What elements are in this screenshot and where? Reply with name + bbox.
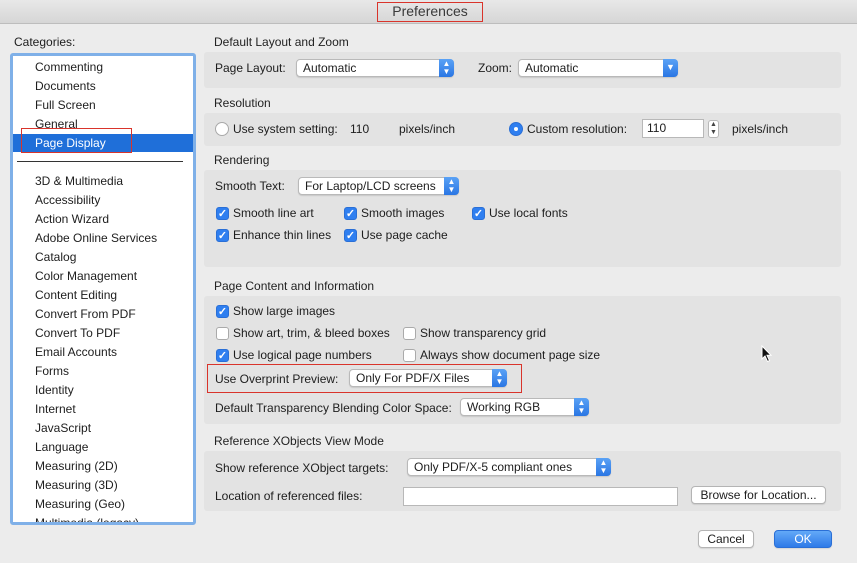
use-local-fonts-label: Use local fonts (489, 206, 568, 220)
always-show-doc-page-size-label: Always show document page size (420, 348, 601, 362)
category-item-forms[interactable]: Forms (35, 362, 69, 380)
layout-zoom-title: Default Layout and Zoom (214, 35, 349, 49)
smooth-line-art-checkbox[interactable]: ✓ (216, 207, 229, 220)
blending-color-space-select[interactable]: Working RGB ▲ ▼ (460, 398, 589, 416)
show-transparency-grid-checkbox[interactable] (403, 327, 416, 340)
show-xobject-targets-label: Show reference XObject targets: (215, 461, 389, 475)
custom-resolution-unit: pixels/inch (732, 122, 789, 136)
cancel-button[interactable]: Cancel (698, 530, 754, 548)
page-layout-label: Page Layout: (215, 61, 286, 75)
custom-resolution-input[interactable]: 110 (642, 119, 704, 138)
smooth-images-checkbox[interactable]: ✓ (344, 207, 357, 220)
chevron-updown-icon: ▲ ▼ (596, 458, 611, 476)
custom-resolution-label: Custom resolution: (527, 122, 628, 136)
system-resolution-unit: pixels/inch (399, 122, 456, 136)
enhance-thin-lines-label: Enhance thin lines (233, 228, 332, 242)
category-item-documents[interactable]: Documents (35, 77, 96, 95)
category-item-language[interactable]: Language (35, 438, 88, 456)
mouse-cursor-icon (761, 345, 773, 363)
categories-list[interactable]: Commenting Documents Full Screen General… (10, 53, 196, 525)
page-layout-select[interactable]: Automatic ▲ ▼ (296, 59, 454, 77)
chevron-updown-icon: ▲ ▼ (444, 177, 459, 195)
show-art-trim-checkbox[interactable] (216, 327, 229, 340)
category-item-measuring-3d[interactable]: Measuring (3D) (35, 476, 118, 494)
category-item-multimedia-legacy[interactable]: Multimedia (legacy) (35, 514, 139, 522)
smooth-text-label: Smooth Text: (215, 179, 285, 193)
chevron-updown-icon: ▲ ▼ (439, 59, 454, 77)
use-page-cache-label: Use page cache (361, 228, 448, 242)
system-resolution-value: 110 (350, 122, 370, 136)
smooth-images-label: Smooth images (361, 206, 445, 220)
show-xobject-targets-value: Only PDF/X-5 compliant ones (414, 460, 573, 474)
use-logical-page-numbers-checkbox[interactable]: ✓ (216, 349, 229, 362)
category-item-email-accounts[interactable]: Email Accounts (35, 343, 117, 361)
smooth-text-select[interactable]: For Laptop/LCD screens ▲ ▼ (298, 177, 459, 195)
category-item-content-editing[interactable]: Content Editing (35, 286, 117, 304)
category-item-action-wizard[interactable]: Action Wizard (35, 210, 109, 228)
chevron-updown-icon: ▲ ▼ (574, 398, 589, 416)
show-art-trim-label: Show art, trim, & bleed boxes (233, 326, 390, 340)
categories-label: Categories: (14, 35, 76, 49)
browse-location-button[interactable]: Browse for Location... (691, 486, 826, 504)
use-system-setting-radio[interactable] (215, 122, 229, 136)
show-large-images-checkbox[interactable]: ✓ (216, 305, 229, 318)
category-item-full-screen[interactable]: Full Screen (35, 96, 96, 114)
zoom-label: Zoom: (478, 61, 513, 75)
category-separator (17, 161, 183, 162)
category-item-accessibility[interactable]: Accessibility (35, 191, 100, 209)
enhance-thin-lines-checkbox[interactable]: ✓ (216, 229, 229, 242)
show-xobject-targets-select[interactable]: Only PDF/X-5 compliant ones ▲ ▼ (407, 458, 611, 476)
resolution-stepper[interactable]: ▲ ▼ (708, 120, 719, 138)
category-item-measuring-geo[interactable]: Measuring (Geo) (35, 495, 125, 513)
category-item-commenting[interactable]: Commenting (35, 58, 103, 76)
blending-color-space-value: Working RGB (467, 400, 541, 414)
category-item-catalog[interactable]: Catalog (35, 248, 76, 266)
category-item-convert-to-pdf[interactable]: Convert To PDF (35, 324, 120, 342)
use-system-setting-label: Use system setting: (233, 122, 338, 136)
page-content-title: Page Content and Information (214, 279, 375, 293)
resolution-title: Resolution (214, 96, 271, 110)
category-item-color-management[interactable]: Color Management (35, 267, 137, 285)
title-bar: Preferences (0, 0, 857, 24)
show-large-images-label: Show large images (233, 304, 336, 318)
location-input[interactable] (403, 487, 678, 506)
category-item-measuring-2d[interactable]: Measuring (2D) (35, 457, 118, 475)
category-item-identity[interactable]: Identity (35, 381, 74, 399)
use-logical-page-numbers-label: Use logical page numbers (233, 348, 372, 362)
zoom-value: Automatic (525, 61, 579, 75)
chevron-down-icon: ▼ (663, 59, 678, 77)
category-item-3d-multimedia[interactable]: 3D & Multimedia (35, 172, 123, 190)
ok-button[interactable]: OK (774, 530, 832, 548)
location-label: Location of referenced files: (215, 489, 363, 503)
category-item-javascript[interactable]: JavaScript (35, 419, 91, 437)
smooth-line-art-label: Smooth line art (233, 206, 314, 220)
blending-color-space-label: Default Transparency Blending Color Spac… (215, 401, 452, 415)
category-item-adobe-online-services[interactable]: Adobe Online Services (35, 229, 157, 247)
page-layout-value: Automatic (303, 61, 357, 75)
smooth-text-value: For Laptop/LCD screens (305, 179, 436, 193)
use-page-cache-checkbox[interactable]: ✓ (344, 229, 357, 242)
category-item-internet[interactable]: Internet (35, 400, 76, 418)
zoom-select[interactable]: Automatic ▼ (518, 59, 678, 77)
always-show-doc-page-size-checkbox[interactable] (403, 349, 416, 362)
page-display-highlight-box (21, 128, 132, 153)
window-title: Preferences (377, 2, 483, 22)
category-item-convert-from-pdf[interactable]: Convert From PDF (35, 305, 136, 323)
show-transparency-grid-label: Show transparency grid (420, 326, 547, 340)
use-local-fonts-checkbox[interactable]: ✓ (472, 207, 485, 220)
overprint-highlight-box (207, 364, 522, 393)
custom-resolution-radio[interactable] (509, 122, 523, 136)
rendering-title: Rendering (214, 153, 270, 167)
xobjects-title: Reference XObjects View Mode (214, 434, 384, 448)
